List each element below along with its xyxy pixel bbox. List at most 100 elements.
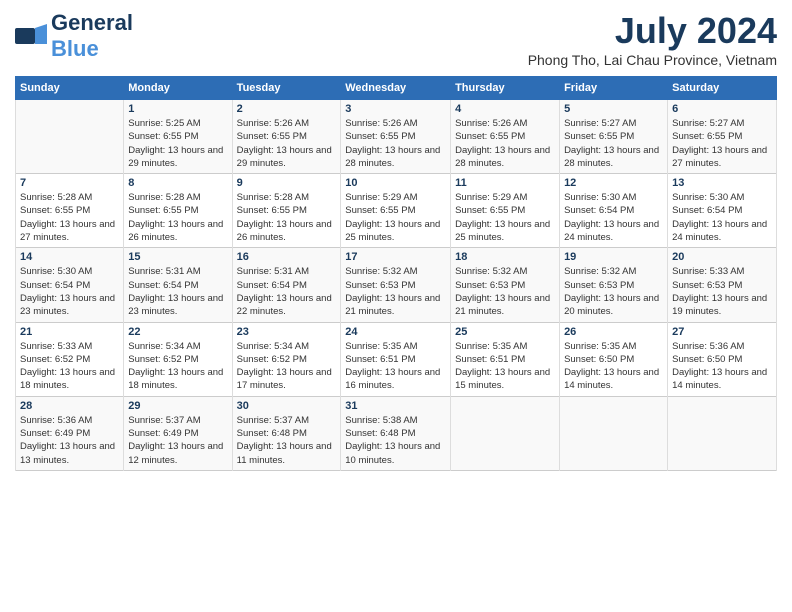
day-cell: 30 Sunrise: 5:37 AM Sunset: 6:48 PM Dayli… bbox=[232, 396, 341, 470]
page-container: General Blue July 2024 Phong Tho, Lai Ch… bbox=[0, 0, 792, 481]
day-cell: 2 Sunrise: 5:26 AM Sunset: 6:55 PM Daylig… bbox=[232, 100, 341, 174]
day-cell: 23 Sunrise: 5:34 AM Sunset: 6:52 PM Dayli… bbox=[232, 322, 341, 396]
day-cell: 17Sunrise: 5:32 AM Sunset: 6:53 PM Dayli… bbox=[341, 248, 451, 322]
day-info: Sunrise: 5:27 AM Sunset: 6:55 PM Dayligh… bbox=[672, 117, 772, 170]
header-cell-friday: Friday bbox=[560, 77, 668, 100]
day-number: 28 bbox=[20, 400, 119, 412]
header-cell-tuesday: Tuesday bbox=[232, 77, 341, 100]
day-cell: 20Sunrise: 5:33 AM Sunset: 6:53 PM Dayli… bbox=[668, 248, 777, 322]
day-info: Sunrise: 5:29 AM Sunset: 6:55 PM Dayligh… bbox=[345, 191, 446, 244]
day-number: 24 bbox=[345, 326, 446, 338]
day-cell: 28 Sunrise: 5:36 AM Sunset: 6:49 PM Dayli… bbox=[16, 396, 124, 470]
day-info: Sunrise: 5:31 AM Sunset: 6:54 PM Dayligh… bbox=[128, 265, 227, 318]
header-cell-monday: Monday bbox=[124, 77, 232, 100]
day-cell: 15Sunrise: 5:31 AM Sunset: 6:54 PM Dayli… bbox=[124, 248, 232, 322]
day-number: 22 bbox=[128, 326, 227, 338]
day-info: Sunrise: 5:29 AM Sunset: 6:55 PM Dayligh… bbox=[455, 191, 555, 244]
day-cell: 11 Sunrise: 5:29 AM Sunset: 6:55 PM Dayli… bbox=[451, 174, 560, 248]
day-number: 5 bbox=[564, 103, 663, 115]
day-cell: 25 Sunrise: 5:35 AM Sunset: 6:51 PM Dayli… bbox=[451, 322, 560, 396]
day-number: 26 bbox=[564, 326, 663, 338]
day-info: Sunrise: 5:26 AM Sunset: 6:55 PM Dayligh… bbox=[345, 117, 446, 170]
day-info: Sunrise: 5:30 AM Sunset: 6:54 PM Dayligh… bbox=[564, 191, 663, 244]
day-number: 29 bbox=[128, 400, 227, 412]
day-cell: 1 Sunrise: 5:25 AM Sunset: 6:55 PM Daylig… bbox=[124, 100, 232, 174]
day-info: Sunrise: 5:28 AM Sunset: 6:55 PM Dayligh… bbox=[237, 191, 337, 244]
header-row: SundayMondayTuesdayWednesdayThursdayFrid… bbox=[16, 77, 777, 100]
day-cell: 27Sunrise: 5:36 AM Sunset: 6:50 PM Dayli… bbox=[668, 322, 777, 396]
day-number: 13 bbox=[672, 177, 772, 189]
day-number: 1 bbox=[128, 103, 227, 115]
day-cell: 29 Sunrise: 5:37 AM Sunset: 6:49 PM Dayli… bbox=[124, 396, 232, 470]
day-cell: 8 Sunrise: 5:28 AM Sunset: 6:55 PM Daylig… bbox=[124, 174, 232, 248]
logo-blue: Blue bbox=[51, 36, 99, 61]
day-cell: 14Sunrise: 5:30 AM Sunset: 6:54 PM Dayli… bbox=[16, 248, 124, 322]
day-cell: 21 Sunrise: 5:33 AM Sunset: 6:52 PM Dayli… bbox=[16, 322, 124, 396]
day-info: Sunrise: 5:31 AM Sunset: 6:54 PM Dayligh… bbox=[237, 265, 337, 318]
day-info: Sunrise: 5:26 AM Sunset: 6:55 PM Dayligh… bbox=[237, 117, 337, 170]
header: General Blue July 2024 Phong Tho, Lai Ch… bbox=[15, 10, 777, 68]
day-info: Sunrise: 5:32 AM Sunset: 6:53 PM Dayligh… bbox=[345, 265, 446, 318]
day-info: Sunrise: 5:34 AM Sunset: 6:52 PM Dayligh… bbox=[237, 340, 337, 393]
day-info: Sunrise: 5:34 AM Sunset: 6:52 PM Dayligh… bbox=[128, 340, 227, 393]
day-info: Sunrise: 5:37 AM Sunset: 6:48 PM Dayligh… bbox=[237, 414, 337, 467]
month-title: July 2024 bbox=[528, 10, 777, 52]
day-info: Sunrise: 5:33 AM Sunset: 6:52 PM Dayligh… bbox=[20, 340, 119, 393]
day-number: 4 bbox=[455, 103, 555, 115]
day-cell: 10Sunrise: 5:29 AM Sunset: 6:55 PM Dayli… bbox=[341, 174, 451, 248]
day-number: 8 bbox=[128, 177, 227, 189]
day-number: 11 bbox=[455, 177, 555, 189]
day-number: 14 bbox=[20, 251, 119, 263]
day-cell: 12Sunrise: 5:30 AM Sunset: 6:54 PM Dayli… bbox=[560, 174, 668, 248]
week-row-3: 21 Sunrise: 5:33 AM Sunset: 6:52 PM Dayli… bbox=[16, 322, 777, 396]
day-number: 16 bbox=[237, 251, 337, 263]
logo-general: General bbox=[51, 10, 133, 35]
logo-icon bbox=[15, 24, 47, 48]
day-cell: 7Sunrise: 5:28 AM Sunset: 6:55 PM Daylig… bbox=[16, 174, 124, 248]
day-cell: 26 Sunrise: 5:35 AM Sunset: 6:50 PM Dayli… bbox=[560, 322, 668, 396]
day-cell: 6 Sunrise: 5:27 AM Sunset: 6:55 PM Daylig… bbox=[668, 100, 777, 174]
day-cell: 5Sunrise: 5:27 AM Sunset: 6:55 PM Daylig… bbox=[560, 100, 668, 174]
week-row-2: 14Sunrise: 5:30 AM Sunset: 6:54 PM Dayli… bbox=[16, 248, 777, 322]
header-cell-wednesday: Wednesday bbox=[341, 77, 451, 100]
day-info: Sunrise: 5:32 AM Sunset: 6:53 PM Dayligh… bbox=[564, 265, 663, 318]
header-cell-sunday: Sunday bbox=[16, 77, 124, 100]
day-info: Sunrise: 5:28 AM Sunset: 6:55 PM Dayligh… bbox=[20, 191, 119, 244]
calendar-table: SundayMondayTuesdayWednesdayThursdayFrid… bbox=[15, 76, 777, 471]
day-cell: 19Sunrise: 5:32 AM Sunset: 6:53 PM Dayli… bbox=[560, 248, 668, 322]
day-cell: 13 Sunrise: 5:30 AM Sunset: 6:54 PM Dayli… bbox=[668, 174, 777, 248]
day-info: Sunrise: 5:28 AM Sunset: 6:55 PM Dayligh… bbox=[128, 191, 227, 244]
day-number: 3 bbox=[345, 103, 446, 115]
day-number: 18 bbox=[455, 251, 555, 263]
location: Phong Tho, Lai Chau Province, Vietnam bbox=[528, 52, 777, 68]
day-number: 21 bbox=[20, 326, 119, 338]
day-info: Sunrise: 5:35 AM Sunset: 6:51 PM Dayligh… bbox=[345, 340, 446, 393]
day-info: Sunrise: 5:30 AM Sunset: 6:54 PM Dayligh… bbox=[672, 191, 772, 244]
day-cell: 18Sunrise: 5:32 AM Sunset: 6:53 PM Dayli… bbox=[451, 248, 560, 322]
day-info: Sunrise: 5:38 AM Sunset: 6:48 PM Dayligh… bbox=[345, 414, 446, 467]
day-info: Sunrise: 5:25 AM Sunset: 6:55 PM Dayligh… bbox=[128, 117, 227, 170]
day-number: 25 bbox=[455, 326, 555, 338]
day-number: 2 bbox=[237, 103, 337, 115]
day-number: 6 bbox=[672, 103, 772, 115]
day-cell: 31Sunrise: 5:38 AM Sunset: 6:48 PM Dayli… bbox=[341, 396, 451, 470]
day-info: Sunrise: 5:36 AM Sunset: 6:49 PM Dayligh… bbox=[20, 414, 119, 467]
week-row-4: 28 Sunrise: 5:36 AM Sunset: 6:49 PM Dayli… bbox=[16, 396, 777, 470]
day-number: 30 bbox=[237, 400, 337, 412]
day-info: Sunrise: 5:37 AM Sunset: 6:49 PM Dayligh… bbox=[128, 414, 227, 467]
day-cell: 22 Sunrise: 5:34 AM Sunset: 6:52 PM Dayli… bbox=[124, 322, 232, 396]
day-cell: 4Sunrise: 5:26 AM Sunset: 6:55 PM Daylig… bbox=[451, 100, 560, 174]
day-cell: 24 Sunrise: 5:35 AM Sunset: 6:51 PM Dayli… bbox=[341, 322, 451, 396]
day-cell bbox=[560, 396, 668, 470]
week-row-0: 1 Sunrise: 5:25 AM Sunset: 6:55 PM Daylig… bbox=[16, 100, 777, 174]
day-number: 9 bbox=[237, 177, 337, 189]
day-info: Sunrise: 5:35 AM Sunset: 6:51 PM Dayligh… bbox=[455, 340, 555, 393]
title-section: July 2024 Phong Tho, Lai Chau Province, … bbox=[528, 10, 777, 68]
day-number: 23 bbox=[237, 326, 337, 338]
day-cell: 9 Sunrise: 5:28 AM Sunset: 6:55 PM Daylig… bbox=[232, 174, 341, 248]
header-cell-thursday: Thursday bbox=[451, 77, 560, 100]
day-number: 20 bbox=[672, 251, 772, 263]
week-row-1: 7Sunrise: 5:28 AM Sunset: 6:55 PM Daylig… bbox=[16, 174, 777, 248]
day-info: Sunrise: 5:35 AM Sunset: 6:50 PM Dayligh… bbox=[564, 340, 663, 393]
logo: General Blue bbox=[15, 10, 133, 62]
